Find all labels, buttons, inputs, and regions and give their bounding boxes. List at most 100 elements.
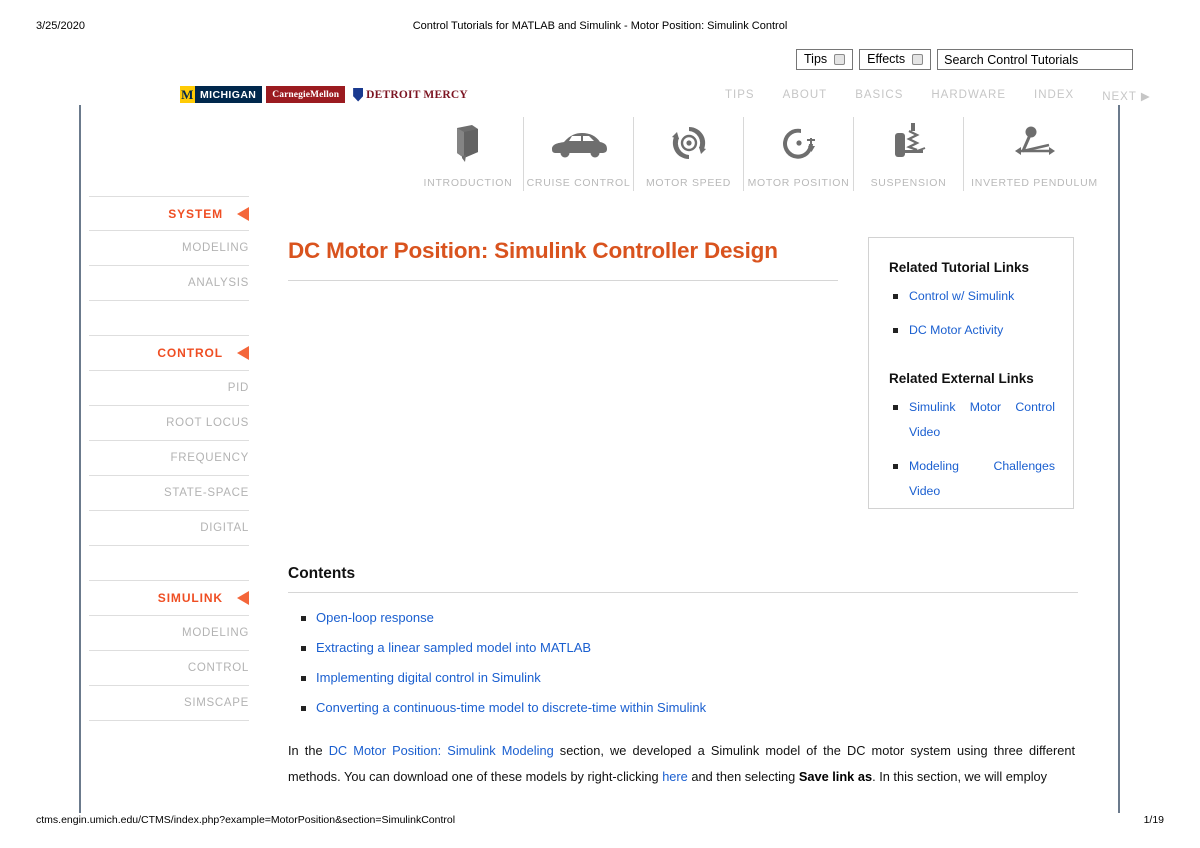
title-divider xyxy=(288,280,838,281)
print-page-title: Control Tutorials for MATLAB and Simulin… xyxy=(412,20,788,32)
sidebar-label-frequency: FREQUENCY xyxy=(170,452,249,464)
tips-toggle-button[interactable]: Tips xyxy=(796,49,854,70)
content-left-rule xyxy=(79,105,81,813)
shield-icon xyxy=(353,87,364,102)
icon-nav-item-suspension[interactable]: SUSPENSION xyxy=(853,117,963,191)
effects-toggle-button[interactable]: Effects xyxy=(859,49,932,70)
contents-heading: Contents xyxy=(288,565,356,582)
michigan-logo[interactable]: M MICHIGAN xyxy=(180,86,263,103)
nav-item-hardware[interactable]: HARDWARE xyxy=(931,89,1006,103)
icon-nav-label-cruise-control: CRUISE CONTROL xyxy=(526,177,631,189)
sidebar-label-simulink-modeling: MODELING xyxy=(182,627,249,639)
carnegie-mellon-logo[interactable]: CarnegieMellon xyxy=(266,86,346,103)
sidebar-item-system-analysis[interactable]: ANALYSIS xyxy=(89,266,249,301)
sidebar-item-pid[interactable]: PID xyxy=(89,371,249,406)
related-external-link-label-1: Modeling Challenges Video xyxy=(909,459,1055,498)
related-tutorial-link-1[interactable]: DC Motor Activity xyxy=(889,318,1055,343)
michigan-m-mark: M xyxy=(180,86,195,103)
sidebar-label-control: CONTROL xyxy=(157,346,223,360)
rotation-position-icon xyxy=(777,117,821,169)
related-links-panel: Related Tutorial Links Control w/ Simuli… xyxy=(868,237,1074,509)
icon-nav-label-motor-position: MOTOR POSITION xyxy=(747,177,850,189)
footer-page-number: 1/19 xyxy=(1143,814,1164,826)
contents-link-2[interactable]: Implementing digital control in Simulink xyxy=(288,670,1078,686)
triangle-left-icon xyxy=(237,591,249,605)
related-external-link-0[interactable]: Simulink Motor Control Video xyxy=(889,395,1055,445)
icon-nav-item-motor-speed[interactable]: MOTOR SPEED xyxy=(633,117,743,191)
car-icon xyxy=(548,117,610,169)
paragraph-text-1: In the xyxy=(288,743,329,758)
related-external-link-label-0: Simulink Motor Control Video xyxy=(909,400,1055,439)
icon-nav-item-motor-position[interactable]: MOTOR POSITION xyxy=(743,117,853,191)
contents-link-label-0: Open-loop response xyxy=(316,610,434,625)
left-sidebar: SYSTEM MODELING ANALYSIS CONTROL PID ROO… xyxy=(89,196,249,721)
book-icon xyxy=(448,117,488,169)
contents-link-3[interactable]: Converting a continuous-time model to di… xyxy=(288,700,1078,716)
related-external-link-1[interactable]: Modeling Challenges Video xyxy=(889,454,1055,504)
effects-checkbox[interactable] xyxy=(912,54,924,65)
sidebar-item-simscape[interactable]: SIMSCAPE xyxy=(89,686,249,721)
sidebar-label-state-space: STATE-SPACE xyxy=(163,487,249,499)
contents-link-label-2: Implementing digital control in Simulink xyxy=(316,670,541,685)
icon-nav-label-motor-speed: MOTOR SPEED xyxy=(645,177,732,189)
contents-link-label-1: Extracting a linear sampled model into M… xyxy=(316,640,592,655)
search-input-value: Search Control Tutorials xyxy=(944,52,1079,67)
here-download-link[interactable]: here xyxy=(662,769,688,784)
related-tutorial-heading: Related Tutorial Links xyxy=(889,260,1030,275)
nav-item-basics[interactable]: BASICS xyxy=(855,89,903,103)
related-external-list: Simulink Motor Control Video Modeling Ch… xyxy=(889,395,1055,504)
sidebar-item-simulink[interactable]: SIMULINK xyxy=(89,581,249,616)
sidebar-item-root-locus[interactable]: ROOT LOCUS xyxy=(89,406,249,441)
effects-label: Effects xyxy=(867,52,906,66)
nav-item-next[interactable]: NEXT ▶ xyxy=(1102,89,1151,103)
print-header: 3/25/2020 Control Tutorials for MATLAB a… xyxy=(0,20,1200,36)
rotation-speed-icon xyxy=(667,117,711,169)
tips-label: Tips xyxy=(804,52,828,66)
top-navigation: TIPS ABOUT BASICS HARDWARE INDEX NEXT ▶ xyxy=(725,89,1151,103)
related-external-heading: Related External Links xyxy=(889,371,1034,386)
sidebar-item-state-space[interactable]: STATE-SPACE xyxy=(89,476,249,511)
nav-item-about[interactable]: ABOUT xyxy=(783,89,828,103)
sidebar-item-control[interactable]: CONTROL xyxy=(89,336,249,371)
contents-link-0[interactable]: Open-loop response xyxy=(288,610,1078,626)
inverted-pendulum-icon xyxy=(1009,117,1061,169)
related-tutorial-link-label-0: Control w/ Simulink xyxy=(909,289,1015,303)
simulink-modeling-link[interactable]: DC Motor Position: Simulink Modeling xyxy=(329,743,554,758)
search-input[interactable]: Search Control Tutorials xyxy=(937,49,1134,70)
contents-link-label-3: Converting a continuous-time model to di… xyxy=(316,700,707,715)
nav-item-index[interactable]: INDEX xyxy=(1034,89,1074,103)
tips-checkbox[interactable] xyxy=(834,54,846,65)
icon-nav-item-inverted-pendulum[interactable]: INVERTED PENDULUM xyxy=(963,117,1105,191)
nav-item-tips[interactable]: TIPS xyxy=(725,89,755,103)
sidebar-label-simulink: SIMULINK xyxy=(157,591,223,605)
footer-url: ctms.engin.umich.edu/CTMS/index.php?exam… xyxy=(36,814,456,826)
related-tutorial-link-label-1: DC Motor Activity xyxy=(909,323,1004,337)
sidebar-item-simulink-control[interactable]: CONTROL xyxy=(89,651,249,686)
save-link-as-bold: Save link as xyxy=(798,769,873,784)
sidebar-item-system-modeling[interactable]: MODELING xyxy=(89,231,249,266)
sidebar-item-frequency[interactable]: FREQUENCY xyxy=(89,441,249,476)
sidebar-label-simscape: SIMSCAPE xyxy=(183,697,249,709)
icon-nav-item-cruise-control[interactable]: CRUISE CONTROL xyxy=(523,117,633,191)
sidebar-label-digital: DIGITAL xyxy=(200,522,249,534)
sidebar-item-system[interactable]: SYSTEM xyxy=(89,196,249,231)
sidebar-label-system: SYSTEM xyxy=(168,206,223,221)
icon-nav-item-introduction[interactable]: INTRODUCTION xyxy=(413,117,523,191)
content-right-rule xyxy=(1118,105,1120,813)
example-icon-navigation: INTRODUCTION CRUISE CONTROL MOTOR SPEED … xyxy=(413,117,1105,191)
sidebar-item-simulink-modeling[interactable]: MODELING xyxy=(89,616,249,651)
sidebar-item-digital[interactable]: DIGITAL xyxy=(89,511,249,546)
related-tutorial-link-0[interactable]: Control w/ Simulink xyxy=(889,284,1055,309)
page-root: 3/25/2020 Control Tutorials for MATLAB a… xyxy=(0,0,1200,848)
sidebar-label-system-modeling: MODELING xyxy=(182,242,249,254)
contents-link-1[interactable]: Extracting a linear sampled model into M… xyxy=(288,640,1078,656)
detroit-mercy-logo-text: DETROIT MERCY xyxy=(366,88,468,101)
triangle-left-icon xyxy=(237,206,249,221)
contents-divider xyxy=(288,592,1078,593)
detroit-mercy-logo[interactable]: DETROIT MERCY xyxy=(349,86,468,103)
sidebar-label-simulink-control: CONTROL xyxy=(187,662,249,674)
page-title: DC Motor Position: Simulink Controller D… xyxy=(288,238,778,263)
suspension-strut-icon xyxy=(887,117,931,169)
sidebar-spacer-2 xyxy=(89,546,249,581)
sidebar-label-root-locus: ROOT LOCUS xyxy=(166,417,249,429)
